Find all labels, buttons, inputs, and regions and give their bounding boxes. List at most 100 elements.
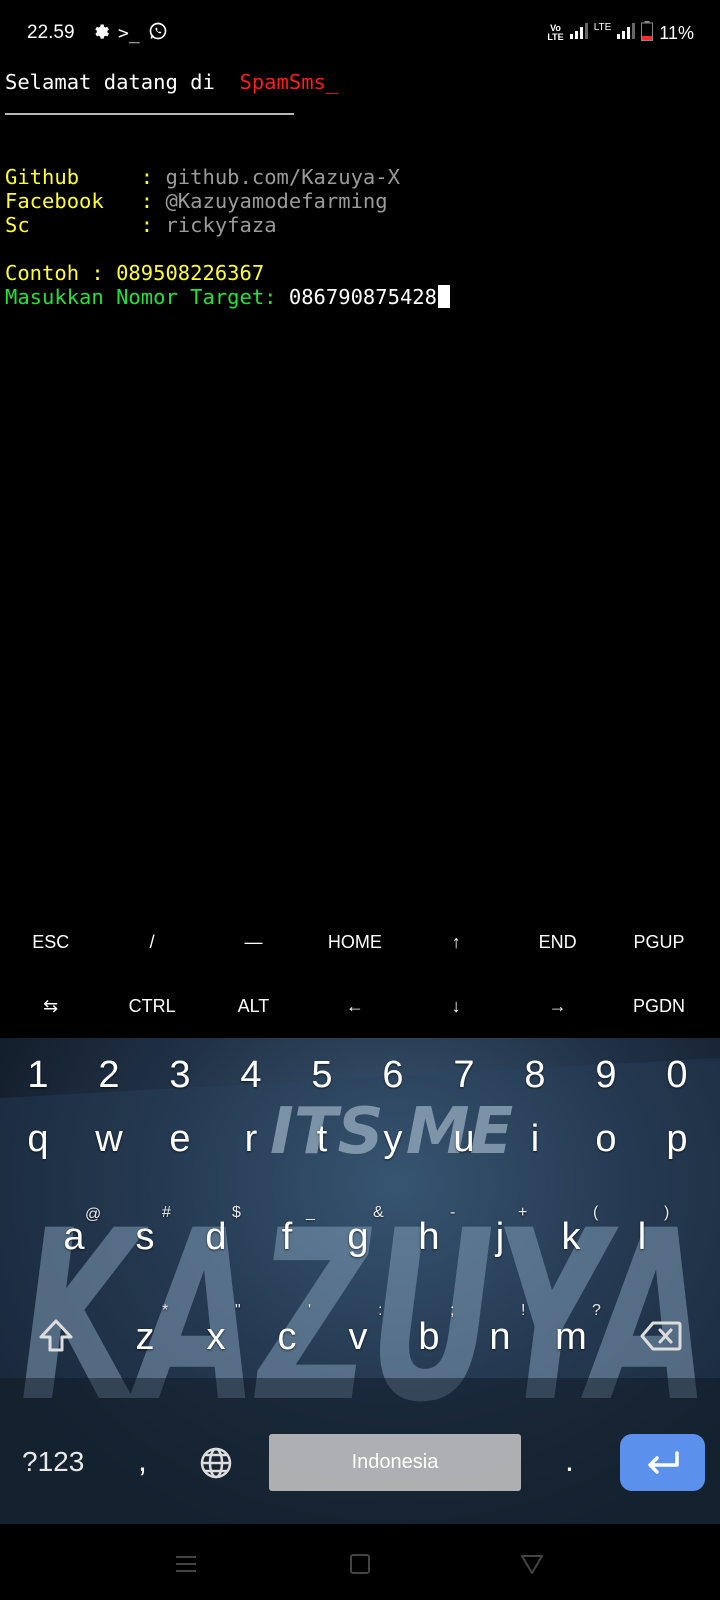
key-hint: " — [235, 1302, 241, 1319]
key-hint: @ — [85, 1206, 102, 1223]
info-value: github.com/Kazuya-X — [165, 165, 400, 189]
alt-key[interactable]: ALT — [203, 974, 304, 1038]
space-bar[interactable]: Indonesia — [269, 1434, 521, 1491]
key-f[interactable]: f — [257, 1216, 317, 1259]
key-s[interactable]: s — [115, 1216, 175, 1259]
key-c[interactable]: c — [257, 1316, 317, 1359]
key-2[interactable]: 2 — [79, 1054, 139, 1097]
language-key[interactable] — [199, 1446, 233, 1485]
home-key[interactable]: HOME — [304, 910, 405, 974]
home-square-icon[interactable] — [340, 1544, 380, 1584]
key-3[interactable]: 3 — [150, 1054, 210, 1097]
key-hint: ; — [450, 1302, 455, 1319]
info-value: @Kazuyamodefarming — [165, 189, 388, 213]
backspace-icon — [640, 1321, 682, 1351]
key-7[interactable]: 7 — [434, 1054, 494, 1097]
key-0[interactable]: 0 — [647, 1054, 707, 1097]
down-arrow-key[interactable]: ↓ — [406, 974, 507, 1038]
key-b[interactable]: b — [399, 1316, 459, 1359]
back-triangle-icon[interactable] — [512, 1544, 552, 1584]
navigation-bar — [0, 1524, 720, 1600]
key-y[interactable]: y — [363, 1118, 423, 1161]
info-value: rickyfaza — [165, 213, 277, 237]
tab-key[interactable]: ⇆ — [0, 974, 101, 1038]
ctrl-key[interactable]: CTRL — [101, 974, 202, 1038]
key-z[interactable]: z — [115, 1316, 175, 1359]
divider — [5, 113, 294, 115]
period-key[interactable]: . — [565, 1442, 574, 1479]
pgdn-key[interactable]: PGDN — [608, 974, 709, 1038]
backspace-key[interactable] — [640, 1320, 682, 1357]
left-arrow-key[interactable]: ← — [304, 974, 405, 1038]
welcome-line: Selamat datang di SpamSms_ — [5, 70, 338, 94]
globe-icon — [200, 1447, 232, 1479]
menu-icon[interactable] — [166, 1544, 206, 1584]
key-x[interactable]: x — [186, 1316, 246, 1359]
signal-icon — [617, 22, 636, 44]
key-l[interactable]: l — [612, 1216, 672, 1259]
terminal-output[interactable]: Selamat datang di SpamSms_ Github : gith… — [5, 66, 715, 309]
info-label: Github — [5, 165, 141, 189]
key-hint: ( — [593, 1204, 599, 1221]
terminal-icon: >_ — [118, 22, 140, 44]
key-r[interactable]: r — [221, 1118, 281, 1161]
key-w[interactable]: w — [79, 1118, 139, 1161]
symbols-key[interactable]: ?123 — [22, 1446, 84, 1478]
key-m[interactable]: m — [541, 1316, 601, 1359]
battery-percent: 11% — [659, 22, 694, 43]
signal-icon — [569, 22, 588, 44]
key-hint: ! — [521, 1302, 526, 1319]
dash-key[interactable]: — — [203, 910, 304, 974]
key-5[interactable]: 5 — [292, 1054, 352, 1097]
key-4[interactable]: 4 — [221, 1054, 281, 1097]
key-o[interactable]: o — [576, 1118, 636, 1161]
enter-icon — [647, 1450, 679, 1474]
comma-key[interactable]: , — [138, 1442, 147, 1479]
key-8[interactable]: 8 — [505, 1054, 565, 1097]
key-n[interactable]: n — [470, 1316, 530, 1359]
key-q[interactable]: q — [8, 1118, 68, 1161]
enter-key[interactable] — [620, 1434, 705, 1491]
extra-keys-bar: ESC / — HOME ↑ END PGUP ⇆ CTRL ALT ← ↓ →… — [0, 910, 720, 1038]
prompt-line[interactable]: Masukkan Nomor Target: 086790875428 — [5, 285, 450, 309]
shift-icon — [39, 1319, 73, 1352]
esc-key[interactable]: ESC — [0, 910, 101, 974]
key-e[interactable]: e — [150, 1118, 210, 1161]
lte-icon: LTE — [593, 21, 612, 33]
status-bar: 22.59 >_ Vo LTE LTE 11% — [0, 0, 720, 68]
volte-icon: Vo LTE — [547, 23, 564, 42]
example-line: Contoh : 089508226367 — [5, 261, 265, 285]
key-1[interactable]: 1 — [8, 1054, 68, 1097]
notification-icons: >_ — [92, 20, 168, 46]
key-hint: * — [162, 1302, 169, 1319]
key-k[interactable]: k — [541, 1216, 601, 1259]
info-separator: : — [140, 213, 166, 237]
key-p[interactable]: p — [647, 1118, 707, 1161]
key-u[interactable]: u — [434, 1118, 494, 1161]
up-arrow-key[interactable]: ↑ — [406, 910, 507, 974]
info-separator: : — [140, 189, 166, 213]
prompt-input[interactable]: 086790875428 — [289, 285, 437, 309]
key-t[interactable]: t — [292, 1118, 352, 1161]
welcome-prefix: Selamat datang di — [5, 70, 240, 94]
info-label: Sc — [5, 213, 141, 237]
key-g[interactable]: g — [328, 1216, 388, 1259]
info-separator: : — [140, 165, 166, 189]
extra-keys-row-2: ⇆ CTRL ALT ← ↓ → PGDN — [0, 974, 720, 1038]
shift-key[interactable] — [36, 1316, 76, 1361]
key-i[interactable]: i — [505, 1118, 565, 1161]
key-d[interactable]: d — [186, 1216, 246, 1259]
key-v[interactable]: v — [328, 1316, 388, 1359]
pgup-key[interactable]: PGUP — [608, 910, 709, 974]
end-key[interactable]: END — [507, 910, 608, 974]
key-hint: _ — [306, 1204, 315, 1221]
key-j[interactable]: j — [470, 1216, 530, 1259]
system-indicators: Vo LTE LTE 11% — [547, 20, 694, 46]
prompt-label: Masukkan Nomor Target: — [5, 285, 289, 309]
slash-key[interactable]: / — [101, 910, 202, 974]
right-arrow-key[interactable]: → — [507, 974, 608, 1038]
key-9[interactable]: 9 — [576, 1054, 636, 1097]
key-6[interactable]: 6 — [363, 1054, 423, 1097]
key-h[interactable]: h — [399, 1216, 459, 1259]
app-name: SpamSms_ — [239, 70, 339, 94]
